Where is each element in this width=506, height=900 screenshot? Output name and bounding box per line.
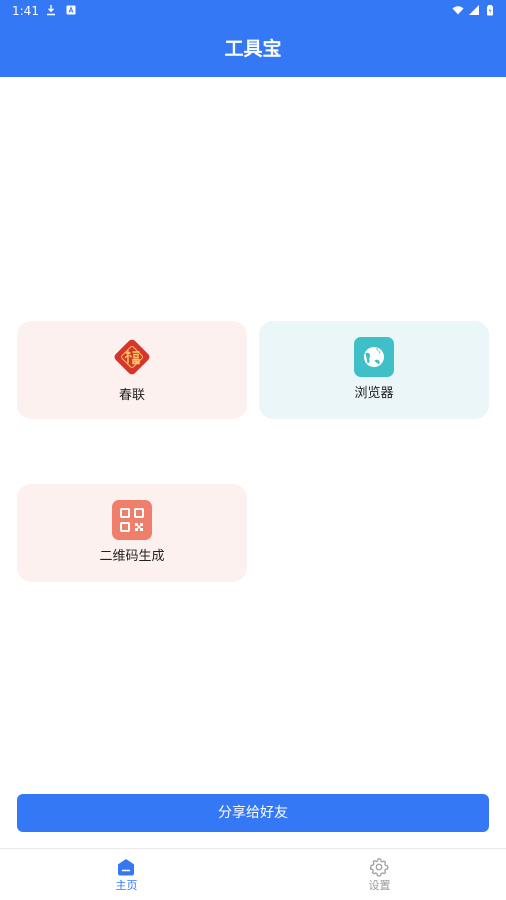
globe-icon <box>354 337 394 377</box>
qr-code-icon <box>112 500 152 540</box>
tool-label-couplets: 春联 <box>118 388 145 403</box>
tool-label-browser: 浏览器 <box>354 386 394 401</box>
download-icon <box>47 5 55 16</box>
gear-icon <box>369 858 389 877</box>
nav-item-settings[interactable]: 设置 <box>253 849 506 900</box>
status-bar: 1:41 <box>0 0 506 22</box>
tool-card-couplets[interactable]: 春联 <box>17 321 247 419</box>
status-left-icons <box>45 4 77 16</box>
battery-icon <box>487 5 493 16</box>
app-header: 1:41 工具宝 <box>0 0 506 77</box>
tool-card-qr-generator[interactable]: 二维码生成 <box>17 484 247 582</box>
status-right-icons <box>452 4 496 16</box>
signal-icon <box>469 5 479 15</box>
tool-card-browser[interactable]: 浏览器 <box>259 321 489 419</box>
status-time: 1:41 <box>12 4 39 18</box>
fu-diamond-icon <box>114 339 150 375</box>
tool-label-qr-generator: 二维码生成 <box>99 549 165 564</box>
home-icon <box>118 859 134 876</box>
wifi-icon <box>452 6 464 15</box>
nav-label-home: 主页 <box>115 879 138 892</box>
share-button[interactable]: 分享给好友 <box>17 794 489 832</box>
bottom-nav: 主页 设置 <box>0 848 506 900</box>
nav-item-home[interactable]: 主页 <box>0 849 253 900</box>
nav-label-settings: 设置 <box>368 879 391 892</box>
a-icon <box>66 5 76 15</box>
page-title: 工具宝 <box>224 38 282 60</box>
